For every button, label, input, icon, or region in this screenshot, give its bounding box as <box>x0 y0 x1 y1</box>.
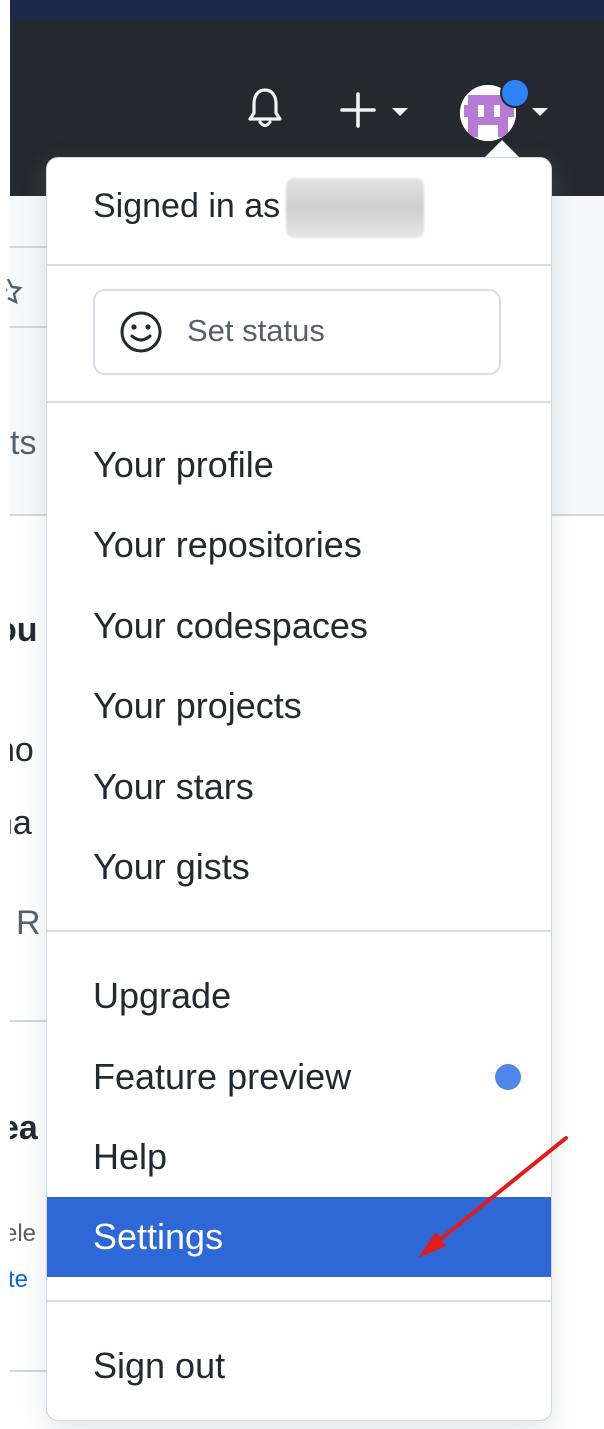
menu-item-your-profile[interactable]: Your profile <box>47 425 551 505</box>
menu-item-your-gists[interactable]: Your gists <box>47 827 551 907</box>
menu-item-your-projects[interactable]: Your projects <box>47 666 551 746</box>
background-text: ou <box>10 611 38 649</box>
bell-icon[interactable] <box>248 84 282 132</box>
plus-icon[interactable] <box>338 90 378 130</box>
menu-caret <box>484 140 520 158</box>
star-icon <box>6 278 23 305</box>
background-text-fragment: ho <box>10 727 50 777</box>
signed-in-header: Signed in as <box>93 178 425 238</box>
notification-dot <box>500 78 530 108</box>
background-text: ho <box>10 731 34 769</box>
background-text: ea <box>10 1109 38 1147</box>
chevron-down-icon[interactable] <box>392 108 408 116</box>
menu-item-your-repositories[interactable]: Your repositories <box>47 505 551 585</box>
background-text: na <box>10 804 32 842</box>
menu-item-sign-out[interactable]: Sign out <box>47 1326 551 1406</box>
background-text: R <box>16 904 41 942</box>
feature-preview-label: Feature preview <box>93 1056 352 1097</box>
set-status-label: Set status <box>187 313 325 348</box>
divider <box>10 326 50 328</box>
divider <box>47 930 551 932</box>
background-link-fragment[interactable]: te <box>10 1264 50 1300</box>
browser-top-strip <box>10 0 604 20</box>
divider <box>10 1370 50 1372</box>
menu-item-feature-preview[interactable]: Feature preview <box>47 1037 551 1117</box>
background-tab-fragment: ts <box>10 420 50 470</box>
new-feature-dot <box>495 1064 521 1090</box>
divider <box>10 1020 50 1022</box>
menu-item-your-codespaces[interactable]: Your codespaces <box>47 586 551 666</box>
divider <box>47 401 551 403</box>
background-link[interactable]: te <box>10 1266 28 1294</box>
background-text: ele <box>10 1220 37 1247</box>
background-text-fragment: R <box>10 900 50 950</box>
user-dropdown-menu: Signed in as Set status Your profile You… <box>46 157 552 1421</box>
smiley-icon <box>120 311 162 353</box>
set-status-button[interactable]: Set status <box>93 289 501 375</box>
divider <box>47 1300 551 1302</box>
background-text-fragment: na <box>10 800 50 850</box>
menu-item-upgrade[interactable]: Upgrade <box>47 956 551 1036</box>
menu-item-your-stars[interactable]: Your stars <box>47 747 551 827</box>
menu-item-help[interactable]: Help <box>47 1117 551 1197</box>
background-text-fragment: ele <box>10 1218 50 1254</box>
menu-item-settings[interactable]: Settings <box>47 1197 551 1277</box>
redacted-username <box>286 178 425 238</box>
background-text: ts <box>10 424 37 462</box>
signed-in-label: Signed in as <box>93 186 281 225</box>
background-heading-fragment: ou <box>10 605 50 655</box>
divider <box>10 246 50 248</box>
chevron-down-icon[interactable] <box>532 108 548 116</box>
background-heading-fragment: ea <box>10 1105 50 1155</box>
divider <box>47 264 551 266</box>
